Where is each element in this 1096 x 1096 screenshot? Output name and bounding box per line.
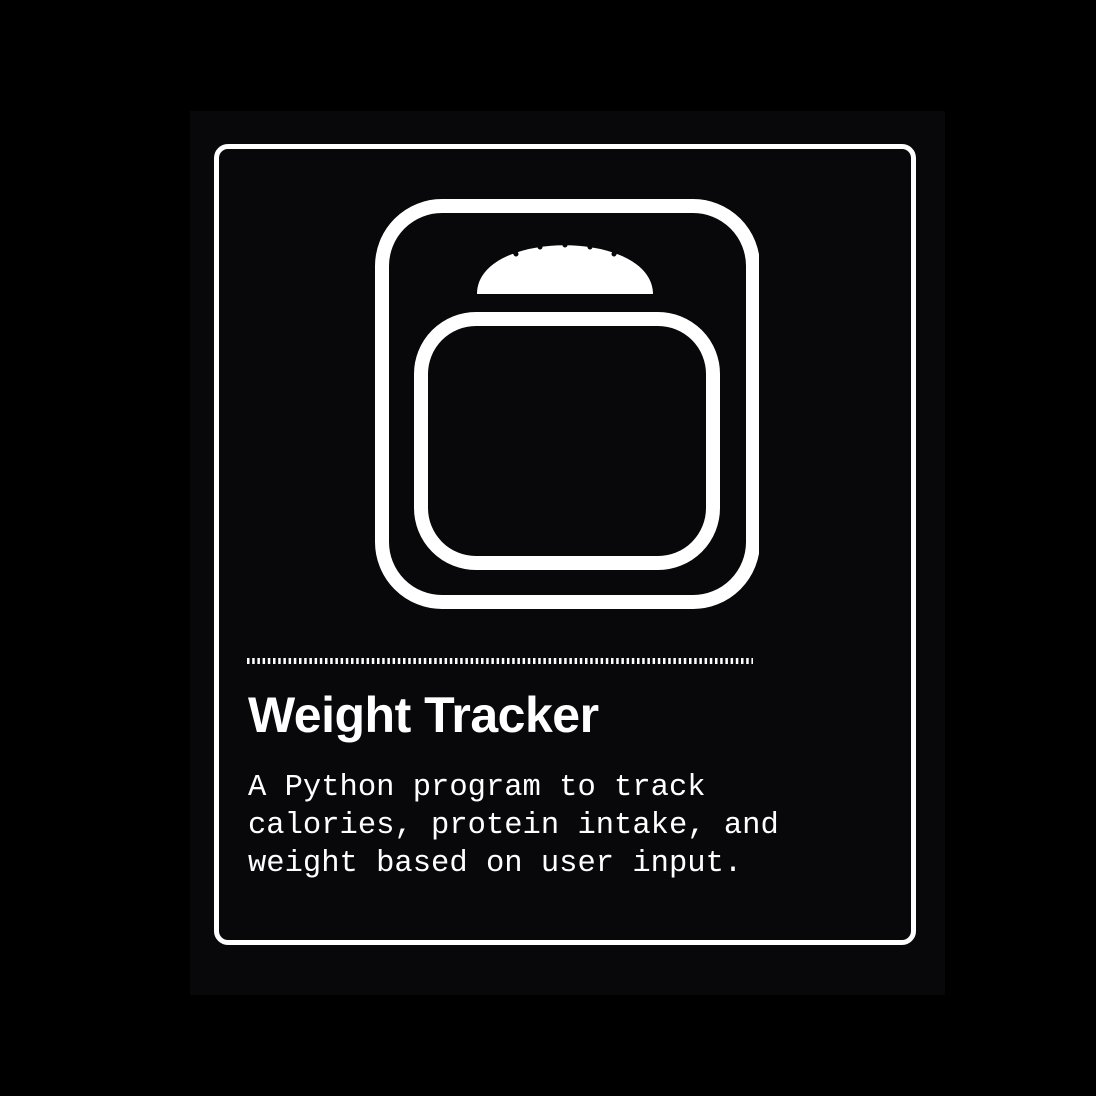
project-description: A Python program to track calories, prot… <box>248 771 779 881</box>
project-panel: Weight Tracker A Python program to track… <box>190 111 945 995</box>
bathroom-scale-icon <box>375 199 759 609</box>
dotted-divider <box>247 658 753 664</box>
project-card[interactable]: Weight Tracker A Python program to track… <box>214 144 916 945</box>
project-title: Weight Tracker <box>248 687 599 743</box>
